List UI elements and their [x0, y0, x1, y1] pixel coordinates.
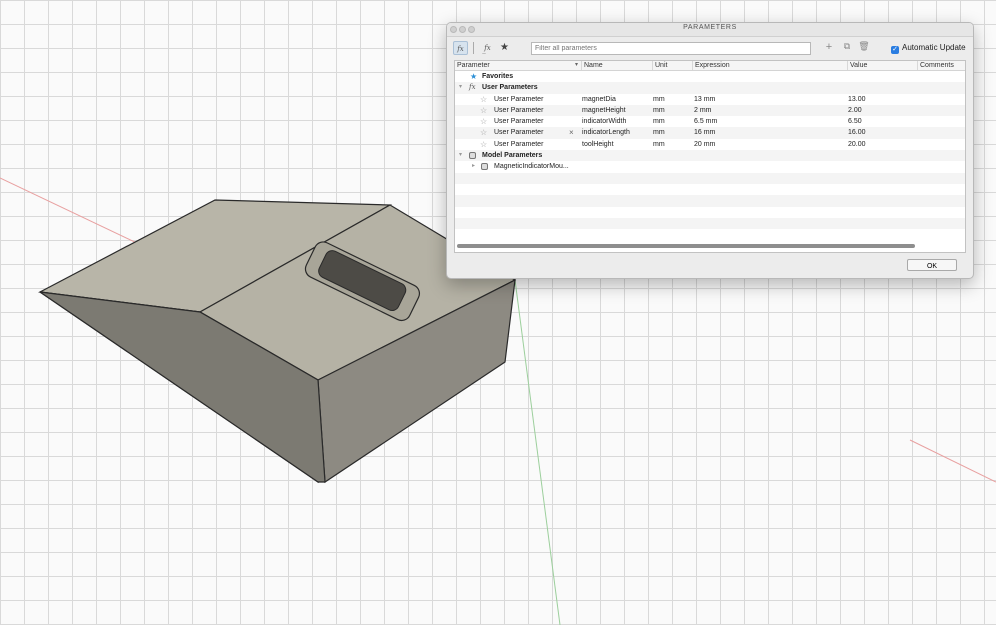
table-row[interactable]: ☆ User Parameter indicatorWidth mm 6.5 m…	[455, 116, 965, 127]
cell-parameter: User Parameter	[494, 140, 544, 148]
cell-unit[interactable]: mm	[653, 105, 665, 116]
cell-name[interactable]: indicatorLength	[582, 127, 630, 138]
cell-value: 16.00	[848, 129, 866, 137]
star-icon[interactable]: ☆	[480, 105, 487, 116]
horizontal-scrollbar[interactable]	[457, 244, 915, 248]
cell-parameter: User Parameter	[494, 106, 544, 114]
cell-value: 6.50	[848, 118, 862, 126]
column-label-name: Name	[584, 62, 603, 69]
column-header-value[interactable]: Value	[847, 61, 917, 70]
toolbar-separator	[473, 42, 474, 54]
cell-expression[interactable]: 13 mm	[694, 94, 715, 105]
star-icon[interactable]: ☆	[480, 139, 487, 150]
parameters-dialog: PARAMETERS fx f̲x ★ + ⧉ 🗑 ✓Automatic Upd…	[446, 22, 974, 279]
3d-model-body[interactable]	[38, 199, 517, 484]
cell-name[interactable]: indicatorWidth	[582, 116, 626, 127]
cell-expression[interactable]: 20 mm	[694, 139, 715, 150]
cell-expression[interactable]: 2 mm	[694, 105, 712, 116]
trash-icon[interactable]: 🗑	[858, 41, 870, 52]
cell-value: 20.00	[848, 140, 866, 148]
filter-parameters-input[interactable]	[531, 42, 811, 55]
column-header-expression[interactable]: Expression	[692, 61, 847, 70]
star-icon[interactable]: ☆	[480, 116, 487, 127]
column-label-expression: Expression	[695, 62, 730, 69]
ok-button[interactable]: OK	[907, 259, 957, 271]
cell-value: 13.00	[848, 95, 866, 103]
chevron-down-icon: ▾	[574, 62, 578, 68]
dialog-titlebar: PARAMETERS	[447, 23, 973, 37]
group-row-favorites[interactable]: ★ Favorites	[455, 71, 965, 82]
table-row[interactable]: ☆ User Parameter magnetDia mm 13 mm 13.0…	[455, 94, 965, 105]
cell-name[interactable]: magnetHeight	[582, 105, 626, 116]
column-header-comments[interactable]: Comments	[917, 61, 965, 70]
dialog-title: PARAMETERS	[683, 24, 737, 31]
cell-name[interactable]: toolHeight	[582, 139, 614, 150]
model-component-label: MagneticIndicatorMou...	[494, 163, 569, 171]
column-label-unit: Unit	[655, 62, 668, 69]
cell-unit[interactable]: mm	[653, 94, 665, 105]
group-label-model-parameters: Model Parameters	[482, 152, 543, 160]
cell-parameter: User Parameter	[494, 129, 544, 137]
checkmark-icon: ✓	[891, 46, 899, 54]
column-label-value: Value	[850, 62, 868, 69]
cell-value: 2.00	[848, 106, 862, 114]
cell-expression[interactable]: 6.5 mm	[694, 116, 717, 127]
group-label-favorites: Favorites	[482, 73, 514, 80]
star-icon[interactable]: ☆	[480, 94, 487, 105]
column-header-name[interactable]: Name	[581, 61, 652, 70]
plus-icon[interactable]: +	[823, 41, 835, 53]
column-label-comments: Comments	[920, 62, 954, 69]
empty-row	[455, 195, 965, 207]
table-header: Parameter ▾ Name Unit Expression Value C…	[455, 61, 965, 71]
cell-unit[interactable]: mm	[653, 139, 665, 150]
fx-icon[interactable]: fx	[453, 41, 468, 55]
model-component-row[interactable]: ▸ MagneticIndicatorMou...	[455, 161, 965, 172]
empty-row	[455, 207, 965, 218]
table-row[interactable]: ☆ User Parameter toolHeight mm 20 mm 20.…	[455, 139, 965, 150]
copy-icon[interactable]: ⧉	[841, 41, 853, 52]
empty-row	[455, 184, 965, 195]
star-icon[interactable]: ☆	[480, 127, 487, 138]
group-label-user-parameters: User Parameters	[482, 84, 538, 92]
chevron-down-icon[interactable]: ▾	[459, 82, 462, 93]
cell-expression[interactable]: 16 mm	[694, 127, 715, 138]
column-label-parameter: Parameter	[457, 62, 490, 69]
cell-unit[interactable]: mm	[653, 127, 665, 138]
y-axis-line	[514, 279, 561, 625]
delete-row-x-icon[interactable]: ×	[569, 127, 574, 138]
fx-icon: fx	[469, 83, 476, 92]
empty-row	[455, 172, 965, 184]
cell-unit[interactable]: mm	[653, 116, 665, 127]
table-row[interactable]: ☆ User Parameter magnetHeight mm 2 mm 2.…	[455, 104, 965, 117]
group-row-user-parameters[interactable]: ▾ fx User Parameters	[455, 82, 965, 94]
automatic-update-label: Automatic Update	[902, 43, 966, 52]
dialog-toolbar: fx f̲x ★ + ⧉ 🗑 ✓Automatic Update	[447, 37, 973, 60]
group-row-model-parameters[interactable]: ▾ Model Parameters	[455, 150, 965, 162]
cell-parameter: User Parameter	[494, 118, 544, 126]
empty-row	[455, 217, 965, 230]
table-row[interactable]: ☆ User Parameter × indicatorLength mm 16…	[455, 127, 965, 139]
cell-name[interactable]: magnetDia	[582, 94, 616, 105]
x-axis-line-right	[909, 439, 996, 483]
cell-parameter: User Parameter	[494, 95, 544, 103]
chevron-down-icon[interactable]: ▾	[459, 150, 462, 161]
chevron-right-icon[interactable]: ▸	[472, 161, 475, 172]
star-icon: ★	[470, 72, 478, 81]
fx-filter-icon[interactable]: f̲x	[480, 41, 495, 55]
column-header-parameter[interactable]: Parameter ▾	[455, 61, 581, 70]
column-header-unit[interactable]: Unit	[652, 61, 692, 70]
favorites-filter-star-icon[interactable]: ★	[497, 41, 512, 55]
automatic-update-checkbox[interactable]: ✓ Automatic Update	[891, 43, 966, 54]
parameters-table: Parameter ▾ Name Unit Expression Value C…	[454, 60, 966, 253]
